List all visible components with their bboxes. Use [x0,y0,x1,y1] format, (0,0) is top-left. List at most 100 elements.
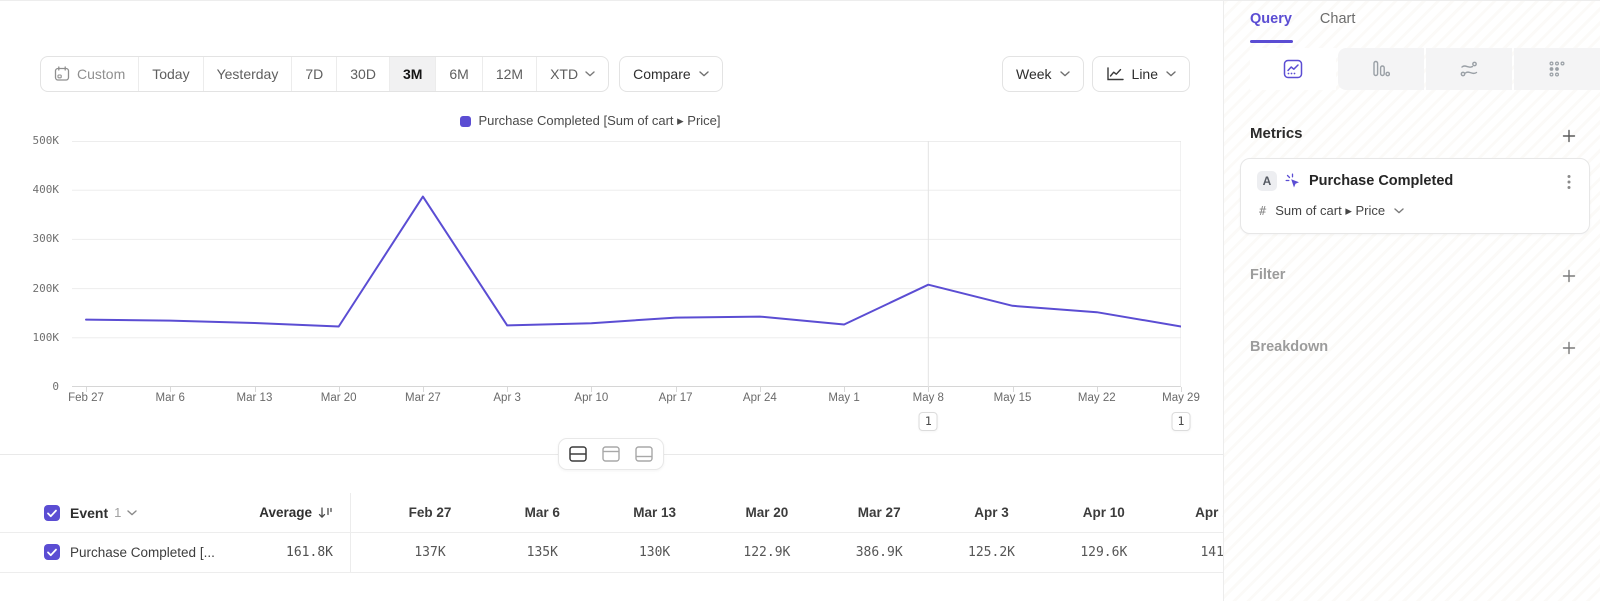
x-axis-label: Mar 27 [405,392,441,404]
x-axis-label: Apr 10 [574,392,608,404]
chart-type-tab-insights[interactable] [1250,48,1336,90]
metric-name: Purchase Completed [1309,173,1453,189]
table-cell: 122.9K [743,532,790,572]
numeric-property-icon: # [1259,204,1266,218]
range-label: Yesterday [217,66,279,82]
row-event-name: Purchase Completed [... [70,532,215,572]
table-column-header: Apr 17 [1195,493,1223,532]
range-3m[interactable]: 3M [389,57,435,91]
x-axis-tick [676,387,677,392]
split-view-button[interactable] [566,443,590,465]
annotation-badge[interactable]: 1 [1172,412,1191,431]
tab-chart[interactable]: Chart [1320,11,1355,27]
x-axis-tick [507,387,508,392]
x-axis-label: Mar 20 [321,392,357,404]
row-average-value: 161.8K [286,545,333,560]
metric-letter-badge: A [1257,171,1277,191]
y-axis-label: 0 [0,379,68,395]
chevron-down-icon [127,510,137,516]
range-30d[interactable]: 30D [336,57,389,91]
table-cell: 135K [527,532,558,572]
x-axis-label: May 22 [1078,392,1116,404]
tab-query[interactable]: Query [1250,11,1292,27]
add-breakdown-button[interactable] [1558,337,1580,359]
table-cell: 125.2K [968,532,1015,572]
add-filter-button[interactable] [1558,265,1580,287]
x-axis-label: May 1 [828,392,859,404]
chart-type-tab-flows[interactable] [1426,48,1512,90]
compare-button[interactable]: Compare [619,56,723,92]
sort-desc-icon[interactable] [318,506,333,520]
row-checkbox[interactable] [44,544,60,560]
x-axis-label: Feb 27 [68,392,104,404]
annotation-badge[interactable]: 1 [919,412,938,431]
select-all-checkbox[interactable] [44,505,60,521]
range-12m[interactable]: 12M [482,57,536,91]
x-axis-tick [170,387,171,392]
table-column-header: Feb 27 [409,493,452,532]
table-row[interactable]: Purchase Completed [... 161.8K 137K135K1… [0,532,1223,573]
x-axis-tick [1013,387,1014,392]
table-cell: 130K [639,532,670,572]
bottom-panel-button[interactable] [632,443,656,465]
y-axis-label: 500K [0,133,68,149]
range-label: 3M [403,66,422,82]
sidebar-tabs: Query Chart [1250,11,1355,27]
y-axis-label: 300K [0,231,68,247]
breakdown-heading: Breakdown [1250,339,1328,355]
top-panel-icon [602,446,620,462]
range-6m[interactable]: 6M [435,57,481,91]
x-axis-label: May 15 [994,392,1032,404]
legend-label: Purchase Completed [Sum of cart ▸ Price] [478,113,720,129]
range-label: 30D [350,66,376,82]
metric-menu-button[interactable] [1562,173,1576,191]
x-axis-tick [339,387,340,392]
x-axis-label: Apr 17 [659,392,693,404]
table-column-header: Mar 20 [746,493,789,532]
granularity-button[interactable]: Week [1002,56,1084,92]
range-7d[interactable]: 7D [291,57,336,91]
event-header[interactable]: Event 1 [70,493,137,532]
calendar-icon [54,66,70,82]
chevron-down-icon [585,71,595,77]
range-today[interactable]: Today [138,57,202,91]
range-custom[interactable]: Custom [41,57,138,91]
x-axis-label: Mar 13 [237,392,273,404]
range-yesterday[interactable]: Yesterday [203,57,292,91]
kebab-icon [1567,174,1571,190]
x-axis-tick [423,387,424,392]
metrics-heading: Metrics [1250,125,1303,142]
x-axis-label: Apr 3 [493,392,521,404]
x-axis-label: May 8 [913,392,944,404]
chart-style-button[interactable]: Line [1092,56,1190,92]
y-axis-label: 100K [0,330,68,346]
chevron-down-icon [1394,208,1404,214]
x-axis-label: Apr 24 [743,392,777,404]
table-column-header: Mar 13 [633,493,676,532]
top-panel-button[interactable] [599,443,623,465]
table-column-header: Mar 27 [858,493,901,532]
chart-type-tab-bar-chart[interactable] [1338,48,1424,90]
range-xtd[interactable]: XTD [536,57,608,91]
table-column-header: Apr 3 [974,493,1009,532]
report-toolbar: CustomToday Yesterday 7D 30D 3M 6M 12M XTD Comp… [40,56,1190,92]
chevron-down-icon [1060,71,1070,77]
insights-icon [1283,59,1303,79]
add-metric-button[interactable] [1558,125,1580,147]
x-axis-tick [1181,387,1182,392]
compare-label: Compare [633,66,691,82]
active-tab-underline [1250,40,1293,43]
average-header[interactable]: Average [205,493,333,532]
x-axis-tick [86,387,87,392]
range-label: XTD [550,66,578,82]
line-chart[interactable] [72,141,1181,387]
table-column-header: Mar 6 [525,493,560,532]
chart-type-tab-retention[interactable] [1514,48,1600,90]
split-view-icon [569,446,587,462]
metric-card[interactable]: A Purchase Completed # Sum of cart ▸ Pri… [1240,158,1590,234]
granularity-label: Week [1016,66,1052,82]
metric-property-label: Sum of cart ▸ Price [1275,203,1385,219]
range-label: 6M [449,66,468,82]
metric-property-selector[interactable]: # Sum of cart ▸ Price [1259,203,1404,219]
x-axis-label: May 29 [1162,392,1200,404]
